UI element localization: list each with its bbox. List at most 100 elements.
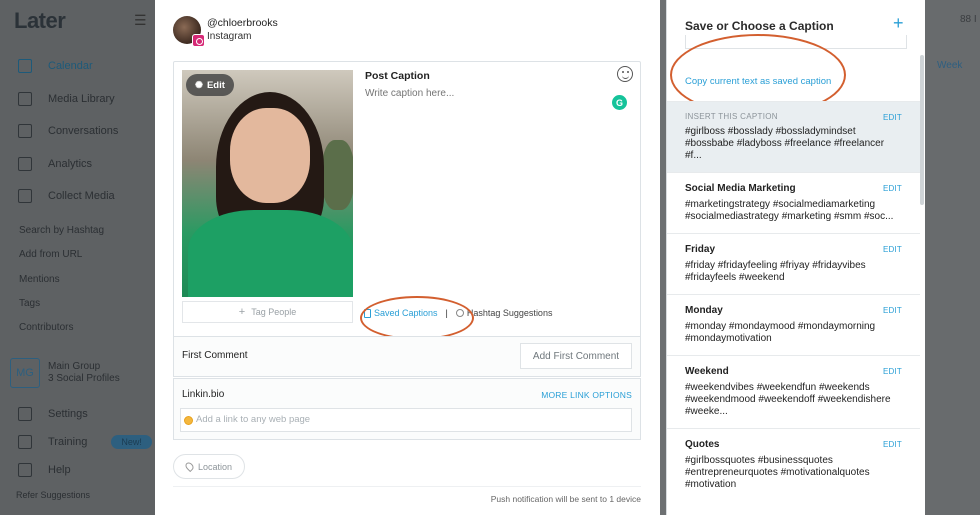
caption-text: #girlboss #bosslady #bossladymindset #bo… <box>685 126 885 161</box>
nav-label: Analytics <box>48 157 93 170</box>
post-photo: ✺ Edit <box>182 70 353 297</box>
list-item[interactable]: INSERT THIS CAPTION #girlboss #bosslady … <box>667 101 920 172</box>
grammarly-icon[interactable]: G <box>612 95 627 110</box>
instagram-icon <box>192 34 205 47</box>
warning-dot-icon <box>184 416 193 425</box>
list-item[interactable]: Weekend #weekendvibes #weekendfun #weeke… <box>667 355 920 428</box>
nav-label: Collect Media <box>48 190 115 203</box>
nav-label: Training <box>48 436 88 448</box>
list-item[interactable]: Social Media Marketing #marketingstrateg… <box>667 172 920 233</box>
caption-name: Weekend <box>685 366 729 377</box>
edit-caption-button[interactable]: EDIT <box>883 306 902 315</box>
refer-suggestions[interactable]: Refer Suggestions <box>16 490 90 500</box>
account-handle: @chloerbrooks <box>207 17 278 29</box>
insert-caption-label: INSERT THIS CAPTION <box>685 112 778 121</box>
annotation-circle-saved-captions <box>360 296 474 340</box>
first-comment-label: First Comment <box>182 350 248 361</box>
caption-name: Quotes <box>685 439 720 450</box>
panel-scrollbar[interactable] <box>920 55 924 205</box>
new-badge: New! <box>111 435 152 449</box>
link-input[interactable] <box>196 414 616 425</box>
group-name: Main Group <box>48 361 101 372</box>
nav-item-analytics[interactable]: Analytics <box>0 148 155 181</box>
training-icon <box>18 435 32 449</box>
avatar <box>173 16 205 47</box>
nav-item-settings[interactable]: Settings <box>0 400 155 428</box>
sub-nav-add-from-url[interactable]: Add from URL <box>0 243 155 267</box>
edit-label: Edit <box>206 79 225 91</box>
list-item[interactable]: Quotes #girlbossquotes #businessquotes #… <box>667 428 920 501</box>
post-composer: ✺ Edit + Tag People Post Caption G Saved… <box>173 61 641 343</box>
caption-input[interactable] <box>365 88 605 99</box>
caption-name: Monday <box>685 305 723 316</box>
caption-text: #monday #mondaymood #mondaymorning #mond… <box>685 321 876 344</box>
edit-caption-button[interactable]: EDIT <box>883 245 902 254</box>
nav-item-calendar[interactable]: Calendar <box>0 50 155 83</box>
saved-captions-list: INSERT THIS CAPTION #girlboss #bosslady … <box>667 101 920 501</box>
link-field <box>180 408 632 432</box>
caption-name: Social Media Marketing <box>685 183 796 194</box>
more-link-options-link[interactable]: MORE LINK OPTIONS <box>541 390 632 400</box>
calendar-icon <box>18 59 32 74</box>
download-icon <box>18 189 32 204</box>
location-label: Location <box>198 461 233 472</box>
caption-text: #marketingstrategy #socialmediamarketing… <box>685 199 894 222</box>
sparkle-icon: ✺ <box>195 79 203 91</box>
account-network: Instagram <box>207 31 252 42</box>
nav-item-help[interactable]: Help <box>0 456 155 484</box>
sub-nav-mentions[interactable]: Mentions <box>0 267 155 291</box>
plus-icon: + <box>238 306 246 318</box>
edit-caption-button[interactable]: EDIT <box>883 367 902 376</box>
edit-caption-button[interactable]: EDIT <box>883 440 902 449</box>
edit-caption-button[interactable]: EDIT <box>883 113 902 122</box>
nav-label: Calendar <box>48 60 93 73</box>
edit-caption-button[interactable]: EDIT <box>883 184 902 193</box>
photo-edit-button[interactable]: ✺ Edit <box>186 74 234 96</box>
post-editor-modal: @chloerbrooks Instagram ✺ Edit + Tag Peo… <box>155 0 660 515</box>
help-icon <box>18 463 32 477</box>
calendar-top-text: 88 I <box>960 14 977 25</box>
background-nav: Calendar Media Library Conversations Ana… <box>0 50 155 340</box>
linkin-bio-section: Linkin.bio MORE LINK OPTIONS <box>173 378 641 440</box>
list-item[interactable]: Monday #monday #mondaymood #mondaymornin… <box>667 294 920 355</box>
bar-chart-icon <box>18 156 32 171</box>
hashtag-suggestions-label: Hashtag Suggestions <box>466 308 553 318</box>
chat-icon <box>18 124 32 139</box>
emoji-icon[interactable] <box>617 66 633 82</box>
nav-label: Media Library <box>48 92 115 105</box>
tag-people-button[interactable]: + Tag People <box>182 301 353 323</box>
list-item[interactable]: Friday #friday #fridayfeeling #friyay #f… <box>667 233 920 294</box>
location-pin-icon <box>183 460 196 473</box>
sub-nav-tags[interactable]: Tags <box>0 291 155 315</box>
nav-label: Help <box>48 464 71 476</box>
group-profiles: 3 Social Profiles <box>48 373 120 384</box>
location-button[interactable]: Location <box>173 454 246 479</box>
background-sidebar: Later ☰ Calendar Media Library Conversat… <box>0 0 155 515</box>
first-comment-section: First Comment Add First Comment <box>173 336 641 377</box>
nav-item-conversations[interactable]: Conversations <box>0 115 155 148</box>
background-bottom-nav: Settings Training New! Help <box>0 400 155 484</box>
later-logo: Later <box>14 8 66 33</box>
tag-people-label: Tag People <box>251 307 297 317</box>
sub-nav-contributors[interactable]: Contributors <box>0 316 155 340</box>
caption-text: #girlbossquotes #businessquotes #entrepr… <box>685 455 870 490</box>
caption-label: Post Caption <box>365 70 430 82</box>
caption-name: Friday <box>685 244 716 255</box>
background-calendar-edge: 88 I Week <box>925 0 980 515</box>
nav-item-media-library[interactable]: Media Library <box>0 83 155 116</box>
group-switcher[interactable]: MG Main Group 3 Social Profiles <box>10 358 120 388</box>
image-icon <box>18 91 32 106</box>
footer-divider <box>173 486 641 487</box>
nav-label: Settings <box>48 408 88 420</box>
gear-icon <box>18 407 32 421</box>
add-caption-icon[interactable]: + <box>893 14 904 32</box>
nav-item-collect-media[interactable]: Collect Media <box>0 180 155 213</box>
sub-nav-search-by-hashtag[interactable]: Search by Hashtag <box>0 219 155 243</box>
saved-captions-panel: Save or Choose a Caption + Copy current … <box>666 0 925 515</box>
week-tab[interactable]: Week <box>937 60 962 71</box>
nav-item-training[interactable]: Training New! <box>0 428 155 456</box>
add-first-comment-button[interactable]: Add First Comment <box>520 343 632 369</box>
caption-text: #friday #fridayfeeling #friyay #fridayvi… <box>685 260 866 283</box>
account-header: @chloerbrooks Instagram <box>173 16 278 47</box>
hamburger-icon[interactable]: ☰ <box>134 12 147 29</box>
